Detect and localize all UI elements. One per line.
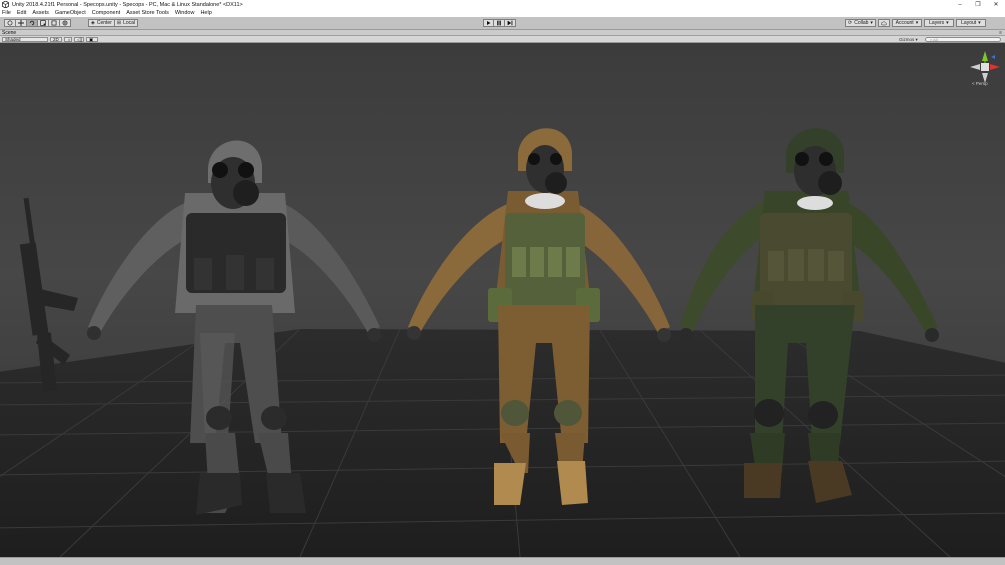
menu-help[interactable]: Help: [200, 10, 211, 16]
move-tool-icon: [18, 20, 24, 26]
light-icon: ☼: [67, 37, 72, 42]
search-placeholder: All: [933, 37, 938, 42]
toggle-2d-button[interactable]: 2D: [50, 37, 62, 42]
search-icon: ⌕: [930, 37, 933, 42]
menu-gameobject[interactable]: GameObject: [55, 10, 86, 16]
menu-window[interactable]: Window: [175, 10, 195, 16]
pause-button[interactable]: [494, 19, 505, 27]
account-label: Account: [895, 20, 914, 26]
rotate-tool-button[interactable]: [27, 19, 38, 27]
rotate-tool-icon: [29, 20, 35, 26]
window-controls: – ❐ ✕: [951, 0, 1005, 9]
menu-file[interactable]: File: [2, 10, 11, 16]
move-tool-button[interactable]: [16, 19, 27, 27]
transform-tools: [4, 19, 71, 27]
account-dropdown[interactable]: Account: [891, 19, 922, 27]
step-icon: [507, 20, 513, 26]
gizmos-dropdown[interactable]: Gizmos ▾: [899, 37, 918, 42]
hand-tool-icon: [7, 20, 13, 26]
effects-icon: ▣: [89, 37, 94, 42]
menu-assets[interactable]: Assets: [32, 10, 49, 16]
transform-tool-button[interactable]: [60, 19, 71, 27]
minimize-button[interactable]: –: [951, 0, 969, 9]
maximize-button[interactable]: ❐: [969, 0, 987, 9]
collab-dropdown[interactable]: ⟳ Collab: [845, 19, 876, 27]
pivot-icon: ◈: [91, 20, 95, 26]
audio-icon: ◁): [77, 37, 82, 42]
menu-edit[interactable]: Edit: [17, 10, 26, 16]
y-axis-icon[interactable]: [982, 51, 988, 61]
scale-tool-button[interactable]: [38, 19, 49, 27]
play-button[interactable]: [483, 19, 494, 27]
menu-component[interactable]: Component: [92, 10, 120, 16]
pivot-toggles: ◈ Center ⊞ Local: [88, 19, 139, 27]
menu-asset-store-tools[interactable]: Asset Store Tools: [126, 10, 169, 16]
step-button[interactable]: [505, 19, 516, 27]
pause-icon: [497, 20, 501, 26]
layers-dropdown[interactable]: Layers: [923, 19, 954, 27]
close-button[interactable]: ✕: [987, 0, 1005, 9]
audio-toggle[interactable]: ◁): [74, 37, 84, 42]
pivot-mode-label: Center: [96, 20, 112, 26]
cloud-icon: [880, 21, 887, 25]
collab-label: Collab: [854, 20, 869, 26]
scene-render: [0, 128, 1005, 557]
unity-logo-icon: [2, 1, 9, 8]
playback-controls: [483, 19, 516, 27]
status-bar: [0, 557, 1005, 565]
scene-viewport[interactable]: < Persp: [0, 43, 1005, 557]
cloud-button[interactable]: [877, 19, 890, 27]
layout-label: Layout: [961, 20, 977, 26]
scene-toolbar: Shaded 2D ☼ ◁) ▣ Gizmos ▾ ⌕ All: [0, 36, 1005, 43]
center-cube-icon[interactable]: [981, 63, 989, 71]
collab-group: ⟳ Collab Account Layers Layout: [845, 19, 986, 27]
x-axis-icon[interactable]: [990, 64, 1000, 70]
scene-search-input[interactable]: ⌕ All: [925, 37, 1001, 42]
transform-tool-icon: [62, 20, 68, 26]
menu-bar: File Edit Assets GameObject Component As…: [0, 9, 1005, 17]
shading-mode-label: Shaded: [5, 37, 21, 42]
projection-label[interactable]: < Persp: [972, 81, 988, 86]
lighting-toggle[interactable]: ☼: [64, 37, 72, 42]
rect-tool-button[interactable]: [49, 19, 60, 27]
play-icon: [487, 21, 491, 25]
scale-tool-icon: [40, 20, 46, 26]
pivot-mode-button[interactable]: ◈ Center: [88, 19, 115, 27]
pivot-rotation-label: Local: [123, 20, 136, 26]
scene-orientation-gizmo[interactable]: [968, 49, 1002, 85]
effects-dropdown[interactable]: ▣: [86, 37, 98, 42]
pivot-rotation-button[interactable]: ⊞ Local: [114, 19, 139, 27]
rect-tool-icon: [51, 20, 57, 26]
local-icon: ⊞: [116, 20, 122, 26]
main-toolbar: ◈ Center ⊞ Local ⟳ Collab Account Laye: [0, 17, 1005, 30]
hand-tool-button[interactable]: [4, 19, 16, 27]
layout-dropdown[interactable]: Layout: [955, 19, 986, 27]
title-bar: Unity 2018.4.21f1 Personal - Specops.uni…: [0, 0, 1005, 9]
gizmos-label: Gizmos: [899, 37, 915, 42]
layers-label: Layers: [929, 20, 945, 26]
window-title: Unity 2018.4.21f1 Personal - Specops.uni…: [12, 1, 243, 8]
collab-icon: ⟳: [848, 20, 853, 26]
mode-2d-label: 2D: [53, 37, 59, 42]
shading-mode-dropdown[interactable]: Shaded: [2, 37, 48, 42]
